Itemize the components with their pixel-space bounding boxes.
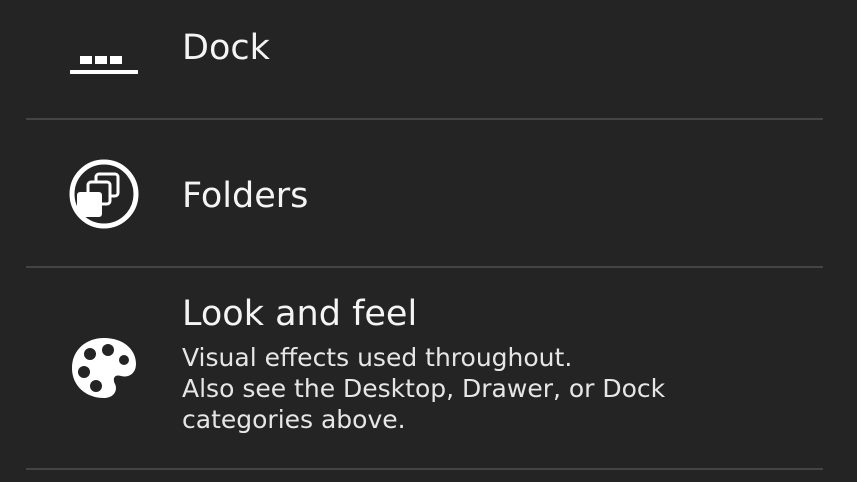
palette-icon [66, 330, 142, 406]
settings-item-title: Dock [182, 28, 270, 68]
dock-icon [66, 10, 142, 86]
settings-item-summary: Visual effects used throughout. Also see… [182, 342, 665, 435]
settings-list: Dock Folders Look and feel Visual effect… [0, 0, 857, 482]
settings-item-title: Look and feel [182, 294, 418, 334]
summary-line: Visual effects used throughout. [182, 343, 573, 372]
settings-item-title: Folders [182, 176, 309, 216]
settings-item-folders[interactable]: Folders [0, 120, 857, 266]
divider [26, 468, 823, 470]
summary-line: categories above. [182, 405, 406, 434]
folders-icon [66, 156, 142, 232]
settings-item-look-and-feel[interactable]: Look and feel Visual effects used throug… [0, 268, 857, 468]
summary-line: Also see the Desktop, Drawer, or Dock [182, 374, 666, 403]
settings-item-dock[interactable]: Dock [0, 0, 857, 118]
